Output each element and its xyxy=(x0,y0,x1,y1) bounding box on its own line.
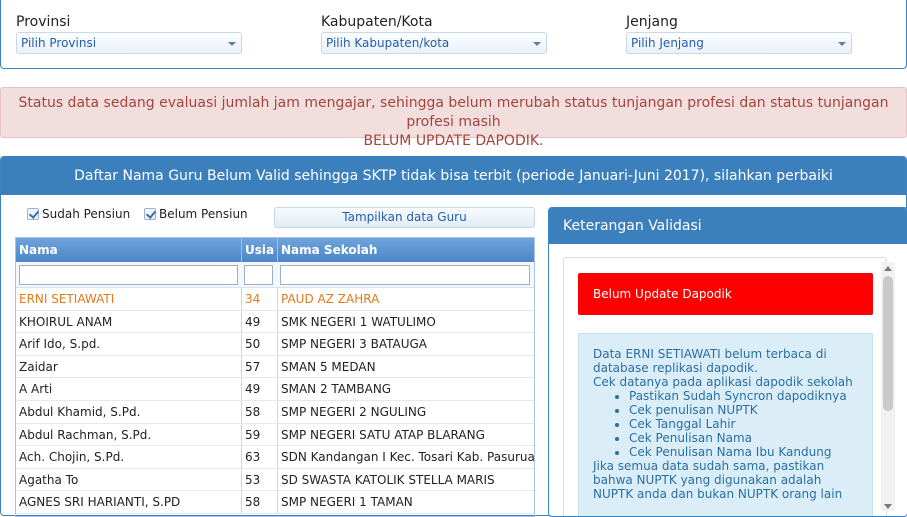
cell-nama: Zaidar xyxy=(19,359,58,374)
cell-usia: 34 xyxy=(241,288,277,310)
cell-usia: 58 xyxy=(241,400,277,423)
cell-usia: 49 xyxy=(241,378,277,400)
kabupaten-select[interactable]: Pilih Kabupaten/kota xyxy=(321,32,547,54)
info-paragraph-1: Data ERNI SETIAWATI belum terbaca di dat… xyxy=(593,347,827,375)
kabupaten-select-value: Pilih Kabupaten/kota xyxy=(326,36,450,50)
chevron-down-icon xyxy=(838,42,846,46)
table-row[interactable]: Abdul Rachman, S.Pd. 59 SMP NEGERI SATU AT… xyxy=(16,423,534,447)
cell-nama: Agatha To xyxy=(19,472,79,487)
panel-title: Daftar Nama Guru Belum Valid sehingga SK… xyxy=(1,157,906,195)
cell-sekolah: SMP NEGERI 1 TAMAN xyxy=(277,491,534,513)
cell-usia: 63 xyxy=(241,446,277,468)
cell-nama: AGNES SRI HARIANTI, S.PD xyxy=(19,495,181,510)
table-row[interactable]: ERNI SETIAWATI 34 PAUD AZ ZAHRA xyxy=(16,288,534,311)
alert-line-2: BELUM UPDATE DAPODIK. xyxy=(363,133,544,149)
table-row[interactable]: KHOIRUL ANAM 49 SMK NEGERI 1 WATULIMO xyxy=(16,310,534,334)
provinsi-label: Provinsi xyxy=(16,14,71,30)
filter-panel: Provinsi Pilih Provinsi Kabupaten/Kota P… xyxy=(0,0,907,69)
teacher-table: Nama Usia Nama Sekolah ERNI SETIAWATI 34 P… xyxy=(15,237,535,517)
jenjang-filter: Jenjang Pilih Jenjang xyxy=(626,13,852,54)
scroll-thumb[interactable] xyxy=(883,276,893,411)
table-row[interactable]: A Arti 49 SMAN 2 TAMBANG xyxy=(16,378,534,401)
table-filter-row xyxy=(16,262,534,288)
info-paragraph-2: Cek datanya pada aplikasi dapodik sekola… xyxy=(593,375,853,389)
usia-filter-input[interactable] xyxy=(244,265,273,285)
info-item: Cek Penulisan Nama xyxy=(629,431,862,445)
cell-usia: 58 xyxy=(241,491,277,513)
show-teachers-button[interactable]: Tampilkan data Guru xyxy=(274,207,535,228)
cell-usia: 57 xyxy=(241,355,277,378)
table-row[interactable]: Zaidar 57 SMAN 5 MEDAN xyxy=(16,355,534,379)
cell-sekolah: SMK NEGERI 1 WATULIMO xyxy=(277,310,534,333)
info-paragraph-3: Jika semua data sudah sama, pastikan bah… xyxy=(593,459,843,501)
cell-sekolah: SMAN 5 MEDAN xyxy=(277,355,534,378)
jenjang-select[interactable]: Pilih Jenjang xyxy=(626,32,852,54)
table-row[interactable]: Abdul Khamid, S.Pd. 58 SMP NEGERI 2 NGULIN… xyxy=(16,400,534,424)
provinsi-filter: Provinsi Pilih Provinsi xyxy=(16,13,242,54)
kabupaten-filter: Kabupaten/Kota Pilih Kabupaten/kota xyxy=(321,13,547,54)
kabupaten-label: Kabupaten/Kota xyxy=(321,14,433,30)
info-item: Pastikan Sudah Syncron dapodiknya xyxy=(629,389,862,403)
sudah-pensiun-checkbox[interactable]: Sudah Pensiun xyxy=(27,206,130,222)
cell-sekolah: PAUD AZ ZAHRA xyxy=(277,288,534,310)
scroll-up-icon[interactable] xyxy=(884,266,892,271)
validation-info: Data ERNI SETIAWATI belum terbaca di dat… xyxy=(578,333,873,516)
cell-usia: 50 xyxy=(241,333,277,355)
cell-sekolah: SMP NEGERI 3 BATAUGA xyxy=(277,333,534,355)
chevron-down-icon xyxy=(228,42,236,46)
cell-sekolah: SMP NEGERI 2 NGULING xyxy=(277,400,534,423)
cell-nama: Abdul Khamid, S.Pd. xyxy=(19,404,141,419)
column-header-sekolah[interactable]: Nama Sekolah xyxy=(277,238,534,262)
chevron-down-icon xyxy=(533,42,541,46)
table-header: Nama Usia Nama Sekolah xyxy=(16,238,534,262)
info-item: Cek penulisan NUPTK xyxy=(629,403,862,417)
nama-filter-input[interactable] xyxy=(19,265,238,285)
cell-sekolah: SMAN 2 TAMBANG xyxy=(277,378,534,400)
cell-usia: 49 xyxy=(241,310,277,333)
status-alert: Status data sedang evaluasi jumlah jam m… xyxy=(0,87,907,149)
checkbox-checked-icon xyxy=(27,208,39,220)
jenjang-select-value: Pilih Jenjang xyxy=(631,36,704,50)
belum-pensiun-label: Belum Pensiun xyxy=(159,207,248,221)
table-row[interactable]: Ach. Chojin, S.Pd. 63 SDN Kandangan I Kec.… xyxy=(16,446,534,469)
cell-sekolah: SD SWASTA KATOLIK STELLA MARIS xyxy=(277,468,534,491)
jenjang-label: Jenjang xyxy=(626,14,678,30)
column-header-usia[interactable]: Usia xyxy=(241,238,277,262)
cell-sekolah: SDN Kandangan I Kec. Tosari Kab. Pasurua… xyxy=(277,446,534,468)
info-item: Cek Tanggal Lahir xyxy=(629,417,862,431)
validation-content: Belum Update Dapodik Data ERNI SETIAWATI… xyxy=(563,257,887,516)
table-row[interactable]: Arif Ido, S.pd. 50 SMP NEGERI 3 BATAUGA xyxy=(16,333,534,356)
validation-status-badge: Belum Update Dapodik xyxy=(578,273,873,315)
alert-line-1: Status data sedang evaluasi jumlah jam m… xyxy=(18,95,889,130)
cell-usia: 53 xyxy=(241,468,277,491)
checkbox-checked-icon xyxy=(144,208,156,220)
cell-usia: 59 xyxy=(241,423,277,446)
validation-panel-title: Keterangan Validasi xyxy=(549,208,907,244)
validation-panel: Keterangan Validasi Belum Update Dapodik… xyxy=(548,207,907,517)
cell-nama: ERNI SETIAWATI xyxy=(19,292,115,306)
cell-nama: A Arti xyxy=(19,382,53,397)
provinsi-select-value: Pilih Provinsi xyxy=(21,36,97,50)
validation-scrollbar[interactable] xyxy=(881,262,895,511)
info-item: Cek Penulisan Nama Ibu Kandung xyxy=(629,445,862,459)
cell-sekolah: SMP NEGERI SATU ATAP BLARANG xyxy=(277,423,534,446)
info-checklist: Pastikan Sudah Syncron dapodiknya Cek pe… xyxy=(629,389,862,459)
sekolah-filter-input[interactable] xyxy=(280,265,530,285)
provinsi-select[interactable]: Pilih Provinsi xyxy=(16,32,242,54)
scroll-down-icon[interactable] xyxy=(884,504,892,509)
cell-nama: Arif Ido, S.pd. xyxy=(19,337,101,352)
cell-nama: Ach. Chojin, S.Pd. xyxy=(19,450,125,465)
cell-nama: KHOIRUL ANAM xyxy=(19,314,113,329)
belum-pensiun-checkbox[interactable]: Belum Pensiun xyxy=(144,206,248,222)
sudah-pensiun-label: Sudah Pensiun xyxy=(42,207,131,221)
table-row[interactable]: Agatha To 53 SD SWASTA KATOLIK STELLA MARI… xyxy=(16,468,534,492)
column-header-nama[interactable]: Nama xyxy=(16,238,241,262)
cell-nama: Abdul Rachman, S.Pd. xyxy=(19,427,152,442)
